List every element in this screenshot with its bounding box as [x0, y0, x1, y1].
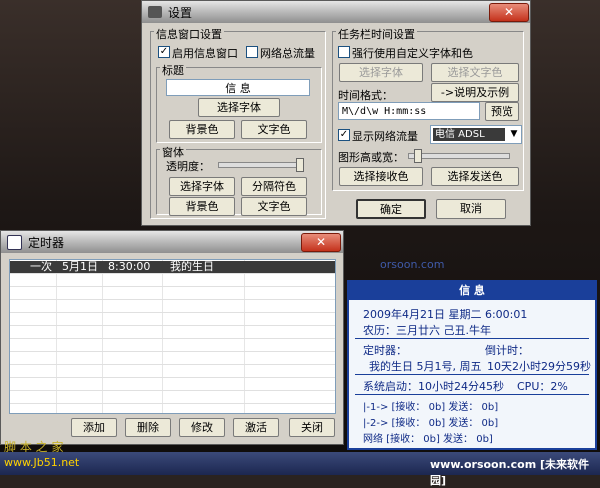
graph-height-slider[interactable] — [408, 153, 510, 159]
graph-height-slider-thumb[interactable] — [414, 149, 422, 163]
net-total-checkbox[interactable] — [246, 46, 258, 58]
time-format-input[interactable]: M\/d\w H:mm:ss — [338, 102, 480, 120]
timer-title: 定时器 — [28, 235, 65, 250]
add-button[interactable]: 添加 — [71, 418, 117, 437]
list-item[interactable] — [10, 378, 335, 391]
net-total-label: 网络总流量 — [260, 47, 315, 60]
row-freq: 一次 — [30, 260, 52, 273]
table-row[interactable]: 一次 5月1日 8:30:00 我的生日 — [10, 261, 335, 274]
ok-button[interactable]: 确定 — [356, 199, 426, 219]
info-net-2: |-2-> [接收： 0b] 发送： 0b] — [363, 418, 499, 429]
show-traffic-checkbox[interactable]: ✓ — [338, 129, 350, 141]
list-item[interactable] — [10, 287, 335, 300]
transparency-slider[interactable] — [218, 162, 302, 168]
list-item[interactable] — [10, 300, 335, 313]
watermark-2: www.Jb51.net — [4, 456, 80, 469]
send-color-button[interactable]: 选择发送色 — [431, 167, 519, 186]
info-timer-item: 我的生日 5月1号, 周五 — [369, 360, 482, 373]
taskbar-text-color-button[interactable]: 选择文字色 — [431, 63, 519, 82]
delete-button[interactable]: 删除 — [125, 418, 171, 437]
info-panel: 信 息 2009年4月21日 星期二 6:00:01 农历：三月廿六 己丑.牛年… — [347, 280, 597, 450]
info-net-3: 网络 [接收： 0b] 发送： 0b] — [363, 434, 493, 445]
app-icon — [148, 6, 162, 18]
info-lunar: 农历：三月廿六 己丑.牛年 — [363, 324, 491, 337]
timer-titlebar[interactable]: 定时器 ✕ — [1, 231, 343, 253]
taskbar: www.Jb51.net www.orsoon.com [未来软件园] — [0, 452, 600, 487]
choose-font-button[interactable]: 选择字体 — [198, 98, 280, 117]
close-button[interactable]: 关闭 — [289, 418, 335, 437]
transparency-slider-thumb[interactable] — [296, 158, 304, 172]
timer-close-icon[interactable]: ✕ — [301, 233, 341, 252]
window-font-button[interactable]: 选择字体 — [169, 177, 235, 196]
info-uptime: 系统启动：10小时24分45秒 — [363, 380, 504, 393]
text-color-button[interactable]: 文字色 — [241, 120, 307, 139]
time-format-label: 时间格式： — [338, 89, 393, 102]
list-item[interactable] — [10, 326, 335, 339]
timer-list[interactable]: 一次 5月1日 8:30:00 我的生日 — [9, 259, 336, 414]
list-item[interactable] — [10, 313, 335, 326]
timer-window: 定时器 ✕ 一次 5月1日 8:30:00 我的生日 添加 删除 修改 激活 关… — [0, 230, 344, 445]
edit-button[interactable]: 修改 — [179, 418, 225, 437]
activate-button[interactable]: 激活 — [233, 418, 279, 437]
preview-button[interactable]: 预览 — [485, 102, 519, 121]
title-section-label: 标题 — [160, 62, 186, 78]
cancel-button[interactable]: 取消 — [436, 199, 506, 219]
info-timer-label: 定时器： — [363, 344, 407, 357]
taskbar-group-label: 任务栏时间设置 — [336, 26, 417, 42]
window-bg-color-button[interactable]: 背景色 — [169, 197, 235, 216]
close-icon[interactable]: ✕ — [489, 3, 529, 22]
desktop-watermark: orsoon.com — [380, 258, 445, 271]
taskbar-font-button[interactable]: 选择字体 — [339, 63, 423, 82]
settings-titlebar[interactable]: 设置 ✕ — [142, 1, 530, 23]
adapter-selected-value: 电信 ADSL — [433, 128, 505, 141]
explain-button[interactable]: ->说明及示例 — [431, 83, 519, 102]
row-name: 我的生日 — [170, 260, 214, 273]
graph-height-label: 图形高或宽： — [338, 151, 404, 164]
recv-color-button[interactable]: 选择接收色 — [339, 167, 423, 186]
info-countdown-value: 10天2小时29分59秒 — [487, 360, 591, 373]
info-cpu: CPU：2% — [517, 380, 568, 393]
sep-color-button[interactable]: 分隔符色 — [241, 177, 307, 196]
enable-info-label: 启用信息窗口 — [172, 47, 238, 60]
info-date-line: 2009年4月21日 星期二 6:00:01 — [363, 308, 528, 321]
force-custom-checkbox[interactable] — [338, 46, 350, 58]
info-net-1: |-1-> [接收： 0b] 发送： 0b] — [363, 402, 499, 413]
title-input[interactable]: 信 息 — [166, 79, 310, 96]
chevron-down-icon[interactable]: ▼ — [507, 127, 521, 142]
show-traffic-label: 显示网络流量 — [352, 130, 418, 143]
list-item[interactable] — [10, 339, 335, 352]
adapter-select[interactable]: 电信 ADSL ▼ — [430, 125, 522, 144]
info-group-label: 信息窗口设置 — [154, 26, 224, 42]
force-custom-label: 强行使用自定义字体和色 — [352, 47, 473, 60]
bg-color-button[interactable]: 背景色 — [169, 120, 235, 139]
window-text-color-button[interactable]: 文字色 — [241, 197, 307, 216]
list-item[interactable] — [10, 391, 335, 404]
info-countdown-label: 倒计时： — [485, 344, 529, 357]
row-time: 8:30:00 — [108, 260, 151, 273]
list-item[interactable] — [10, 365, 335, 378]
taskbar-site-text: www.orsoon.com [未来软件园] — [430, 458, 590, 487]
transparency-label: 透明度： — [166, 160, 210, 173]
enable-info-checkbox[interactable]: ✓ — [158, 46, 170, 58]
list-item[interactable] — [10, 352, 335, 365]
timer-app-icon — [7, 234, 22, 250]
settings-window: 设置 ✕ 信息窗口设置 ✓ 启用信息窗口 网络总流量 标题 信 息 选择字体 背… — [141, 0, 531, 226]
info-header: 信 息 — [349, 282, 595, 300]
list-item[interactable] — [10, 274, 335, 287]
row-date: 5月1日 — [62, 260, 98, 273]
settings-title: 设置 — [168, 5, 193, 20]
